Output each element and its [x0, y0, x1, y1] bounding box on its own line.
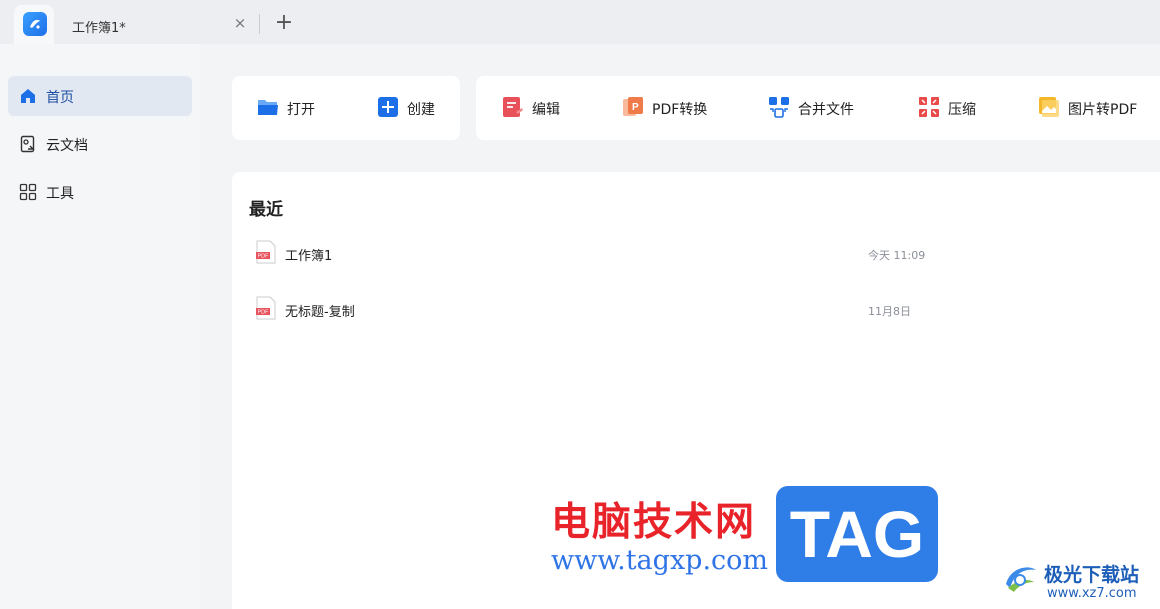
sidebar-item-tools[interactable]: 工具 — [8, 172, 192, 212]
new-tab-button[interactable]: + — [274, 12, 294, 34]
create-button[interactable]: 创建 — [377, 96, 447, 120]
file-actions-card: 打开 创建 — [232, 76, 460, 140]
cloud-doc-icon — [20, 135, 35, 153]
open-button[interactable]: 打开 — [257, 96, 347, 120]
merge-files-label: 合并文件 — [798, 102, 854, 118]
recent-title: 最近 — [249, 200, 283, 220]
image-icon — [1039, 97, 1059, 117]
compress-label: 压缩 — [948, 102, 976, 118]
close-tab-icon[interactable]: × — [232, 15, 248, 31]
sidebar-item-label: 云文档 — [46, 138, 88, 154]
pdf-convert-button[interactable]: P PDF转换 — [622, 96, 722, 120]
home-icon — [21, 89, 35, 103]
tab-divider — [259, 14, 260, 34]
svg-text:PDF: PDF — [258, 310, 270, 316]
document-tab-title: 工作簿1* — [72, 21, 126, 36]
recent-file-row[interactable]: PDF 无标题-复制 11月8日 — [232, 288, 1160, 332]
pdf-file-icon: PDF — [256, 240, 276, 264]
sidebar-item-home[interactable]: 首页 — [8, 76, 192, 116]
image-to-pdf-button[interactable]: 图片转PDF — [1038, 96, 1153, 120]
file-name: 工作簿1 — [285, 249, 333, 264]
grid-icon — [19, 183, 37, 201]
document-tab[interactable]: 工作簿1* × — [56, 5, 252, 44]
merge-files-button[interactable]: 合并文件 — [768, 96, 868, 120]
app-home-tab[interactable] — [14, 5, 54, 44]
recent-file-row[interactable]: PDF 工作簿1 今天 11:09 — [232, 232, 1160, 276]
pdf-convert-label: PDF转换 — [652, 102, 708, 118]
pdf-file-icon: PDF — [256, 296, 276, 320]
file-name: 无标题-复制 — [285, 305, 355, 320]
sidebar-item-label: 工具 — [46, 186, 74, 202]
tab-bar: 工作簿1* × + — [0, 0, 1160, 44]
merge-icon — [769, 97, 789, 118]
sidebar-item-cloud-docs[interactable]: 云文档 — [8, 124, 192, 164]
watermark-tag-text: TAG — [789, 497, 925, 571]
open-label: 打开 — [287, 102, 315, 118]
sidebar: 首页 云文档 工具 — [0, 44, 200, 609]
edit-icon — [503, 97, 523, 117]
watermark2-site-name: 极光下载站 — [1044, 564, 1140, 586]
plus-square-icon — [378, 97, 398, 117]
edit-label: 编辑 — [532, 102, 560, 118]
aurora-logo-icon — [1006, 567, 1036, 592]
file-time: 今天 11:09 — [868, 249, 926, 262]
pdf-convert-icon: P — [623, 97, 643, 116]
edit-button[interactable]: 编辑 — [502, 96, 572, 120]
watermark2-site-url: www.xz7.com — [1047, 586, 1137, 601]
compress-icon — [919, 97, 939, 117]
file-time: 11月8日 — [868, 305, 911, 318]
folder-icon — [258, 100, 278, 115]
app-logo-icon — [23, 12, 47, 36]
tools-card: 编辑 P PDF转换 合并文件 压缩 图片转PDF — [476, 76, 1160, 140]
image-to-pdf-label: 图片转PDF — [1068, 102, 1138, 118]
svg-text:PDF: PDF — [258, 254, 270, 260]
sidebar-item-label: 首页 — [46, 90, 74, 106]
watermark-site-url: www.tagxp.com — [551, 545, 769, 576]
compress-button[interactable]: 压缩 — [918, 96, 988, 120]
watermark-tag-logo: TAG — [776, 486, 938, 582]
svg-text:P: P — [632, 102, 639, 113]
create-label: 创建 — [407, 102, 435, 118]
watermark-site-name: 电脑技术网 — [551, 500, 757, 545]
